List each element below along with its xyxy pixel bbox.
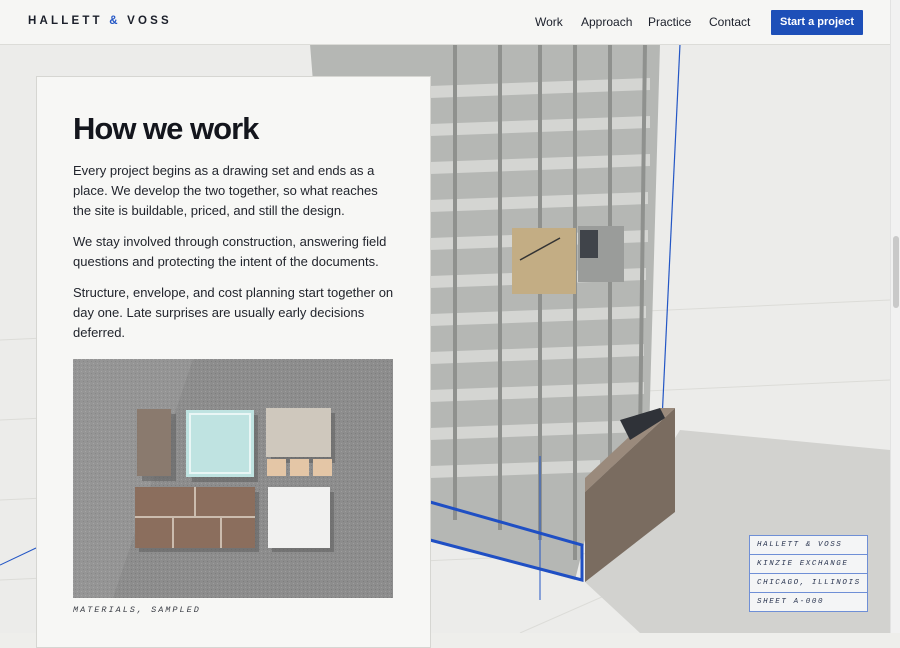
nav-link-contact[interactable]: Contact [709,15,750,29]
photo-caption: MATERIALS, SAMPLED [73,605,201,615]
materials-photo [73,359,393,598]
planning-paragraph: Structure, envelope, and cost planning s… [73,285,394,340]
nav-link-work[interactable]: Work [535,15,563,29]
terracotta-blocks [267,459,332,476]
logo-text-right: VOSS [120,15,172,27]
title-block-location: CHICAGO, ILLINOIS [750,573,867,592]
page-scrollbar[interactable] [890,0,900,633]
brand-logo[interactable]: HALLETT & VOSS [28,15,172,27]
page-title: How we work [73,111,259,146]
scrollbar-thumb[interactable] [893,236,899,308]
intro-paragraph: Every project begins as a drawing set an… [73,163,378,218]
concrete-swatch [266,408,331,457]
logo-ampersand: & [109,15,121,27]
construction-paragraph: We stay involved through construction, a… [73,234,387,269]
how-we-work-card: How we work Every project begins as a dr… [36,76,431,648]
glass-swatch [186,410,254,477]
title-block-firm: HALLETT & VOSS [757,541,843,549]
title-block-sheet: SHEET A-000 [750,592,867,611]
site-header: HALLETT & VOSS Work Approach Practice Co… [0,0,890,45]
nav-link-practice[interactable]: Practice [648,15,691,29]
stone-tile-swatch [137,409,171,476]
title-block-project: KINZIE EXCHANGE [750,554,867,573]
logo-text-left: HALLETT [28,15,110,27]
brick-swatch [135,487,255,548]
white-panel-swatch [268,487,330,548]
start-project-button[interactable]: Start a project [771,10,863,35]
drawing-title-block: HALLETT & VOSS KINZIE EXCHANGE CHICAGO, … [749,535,868,612]
nav-link-approach[interactable]: Approach [581,15,632,29]
